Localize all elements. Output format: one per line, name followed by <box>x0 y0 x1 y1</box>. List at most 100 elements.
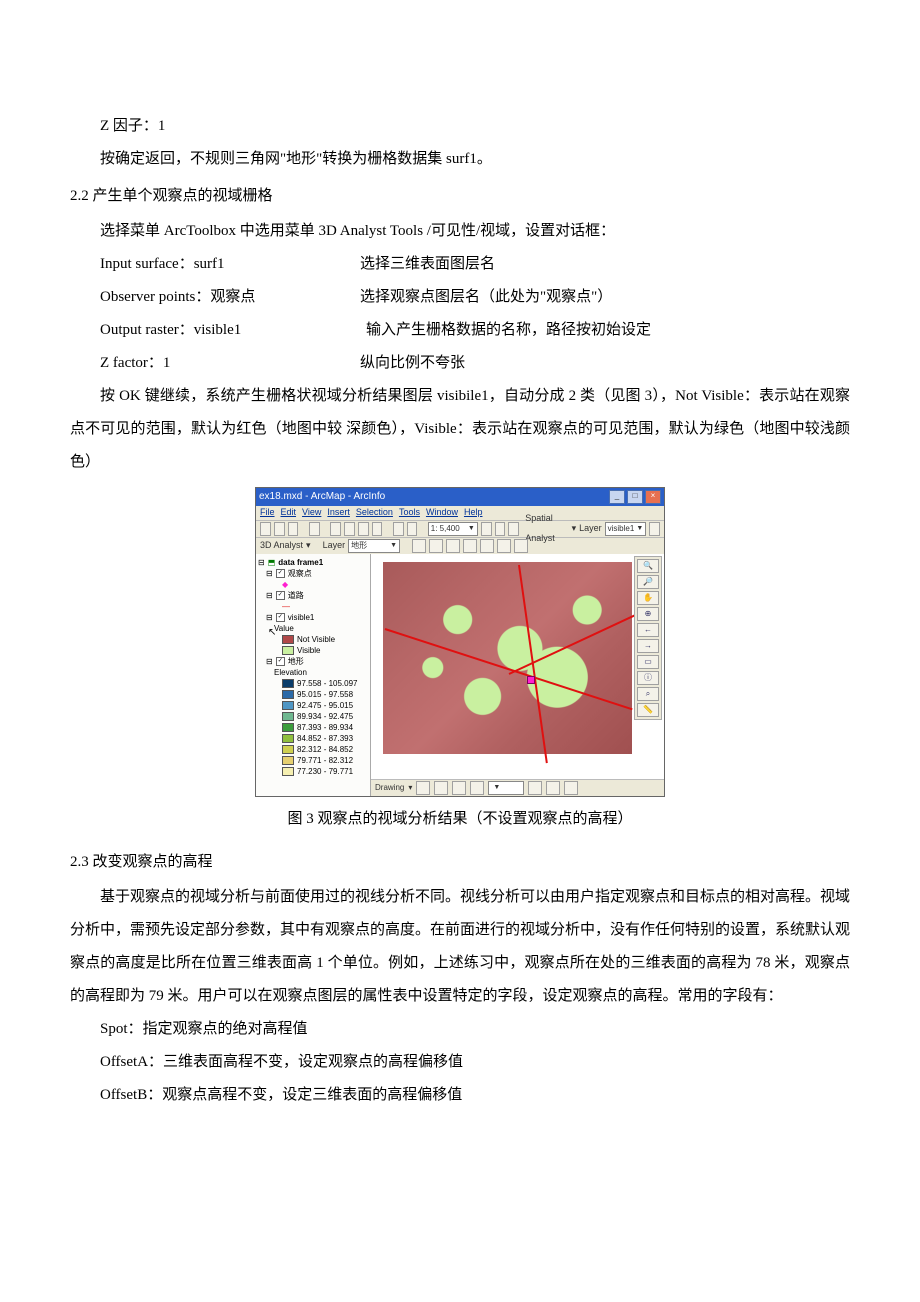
paste-icon[interactable] <box>358 522 369 536</box>
font-select[interactable]: ▼ <box>488 781 524 795</box>
pan-icon[interactable]: ✋ <box>637 591 659 605</box>
minimize-button[interactable]: _ <box>609 490 625 504</box>
interp-poly-icon[interactable] <box>497 539 511 553</box>
toc-cursor: Value ↖ <box>258 623 368 634</box>
select-icon[interactable]: ▭ <box>637 655 659 669</box>
terrain-raster <box>383 562 632 754</box>
analyst-toolbar: 3D Analyst ▾ Layer 地形▼ <box>256 538 664 555</box>
measure-icon[interactable]: 📏 <box>637 703 659 717</box>
tool-icon[interactable] <box>481 522 492 536</box>
menu-window[interactable]: Window <box>426 503 458 523</box>
range-label: 92.475 - 95.015 <box>297 700 353 711</box>
los-icon[interactable] <box>446 539 460 553</box>
sec23-p1: 基于观察点的视域分析与前面使用过的视线分析不同。视线分析可以由用户指定观察点和目… <box>70 881 850 1013</box>
color-swatch <box>282 723 294 732</box>
color-swatch <box>282 745 294 754</box>
new-icon[interactable] <box>260 522 271 536</box>
toc-frame[interactable]: ⊟⬒ data frame1 <box>258 557 368 568</box>
tool-icon[interactable] <box>508 522 519 536</box>
interp-pt-icon[interactable] <box>463 539 477 553</box>
spatial-analyst-label[interactable]: Spatial Analyst <box>525 509 568 549</box>
pointer-icon[interactable] <box>416 781 430 795</box>
delete-icon[interactable] <box>372 522 383 536</box>
range-label: 77.230 - 79.771 <box>297 766 353 777</box>
range-label: 79.771 - 82.312 <box>297 755 353 766</box>
toc-elevation-range: 79.771 - 82.312 <box>258 755 368 766</box>
toc-elevation-range: 92.475 - 95.015 <box>258 700 368 711</box>
close-button[interactable]: × <box>645 490 661 504</box>
layer-select[interactable]: 地形▼ <box>348 539 400 553</box>
toc-symbol: — <box>258 601 368 612</box>
frame-name: data frame1 <box>278 557 323 568</box>
sec23-offsetb: OffsetB：观察点高程不变，设定三维表面的高程偏移值 <box>70 1079 850 1112</box>
drawing-label[interactable]: Drawing <box>375 779 404 796</box>
interp-line-icon[interactable] <box>480 539 494 553</box>
toc-class: Visible <box>258 645 368 656</box>
color-swatch <box>282 712 294 721</box>
menu-help[interactable]: Help <box>464 503 483 523</box>
toc-elevation-range: 89.934 - 92.475 <box>258 711 368 722</box>
steepest-icon[interactable] <box>429 539 443 553</box>
shape-icon[interactable] <box>452 781 466 795</box>
section-2-3-title: 2.3 改变观察点的高程 <box>70 846 850 879</box>
toc-layer[interactable]: ⊟✓ 地形 <box>258 656 368 667</box>
save-icon[interactable] <box>288 522 299 536</box>
menu-edit[interactable]: Edit <box>281 503 297 523</box>
find-icon[interactable]: ⌕ <box>637 687 659 701</box>
menu-view[interactable]: View <box>302 503 321 523</box>
maximize-button[interactable]: □ <box>627 490 643 504</box>
drawing-toolbar: Drawing ▾ ▼ <box>371 779 664 796</box>
bold-icon[interactable] <box>528 781 542 795</box>
menu-tools[interactable]: Tools <box>399 503 420 523</box>
line-z-factor: Z 因子：1 <box>70 110 850 143</box>
tools-toolbar: 🔍 🔎 ✋ ⊕ ← → ▭ ⓘ ⌕ 📏 <box>634 556 662 720</box>
layer-value: 地形 <box>351 540 367 552</box>
histogram-icon[interactable] <box>649 522 660 536</box>
sec22-desc: 选择菜单 ArcToolbox 中选用菜单 3D Analyst Tools /… <box>70 215 850 248</box>
analyst-label[interactable]: 3D Analyst <box>260 536 303 556</box>
rotate-icon[interactable] <box>434 781 448 795</box>
toc-layer[interactable]: ⊟✓ 道路 <box>258 590 368 601</box>
range-label: 84.852 - 87.393 <box>297 733 353 744</box>
undo-icon[interactable] <box>393 522 404 536</box>
sec23-offseta: OffsetA：三维表面高程不变，设定观察点的高程偏移值 <box>70 1046 850 1079</box>
copy-icon[interactable] <box>344 522 355 536</box>
text-icon[interactable] <box>470 781 484 795</box>
field-label: Observer points：观察点 <box>100 281 360 314</box>
italic-icon[interactable] <box>546 781 560 795</box>
open-icon[interactable] <box>274 522 285 536</box>
range-label: 89.934 - 92.475 <box>297 711 353 722</box>
print-icon[interactable] <box>309 522 320 536</box>
menu-selection[interactable]: Selection <box>356 503 393 523</box>
spatial-layer-select[interactable]: visible1▼ <box>605 522 647 536</box>
contour-icon[interactable] <box>412 539 426 553</box>
arcmap-window: ex18.mxd - ArcMap - ArcInfo _ □ × File E… <box>255 487 665 797</box>
field-value: 输入产生栅格数据的名称，路径按初始设定 <box>360 314 850 347</box>
menu-insert[interactable]: Insert <box>327 503 350 523</box>
underline-icon[interactable] <box>564 781 578 795</box>
scale-select[interactable]: 1: 5,400▼ <box>428 522 478 536</box>
toc-elevation-range: 95.015 - 97.558 <box>258 689 368 700</box>
map-canvas[interactable] <box>379 558 636 760</box>
toc-layer[interactable]: ⊟✓ 观察点 <box>258 568 368 579</box>
menu-file[interactable]: File <box>260 503 275 523</box>
profile-icon[interactable] <box>514 539 528 553</box>
toc-sub: Elevation <box>258 667 368 678</box>
full-extent-icon[interactable]: ⊕ <box>637 607 659 621</box>
figure-caption: 图 3 观察点的视域分析结果（不设置观察点的高程） <box>70 803 850 836</box>
identify-icon[interactable]: ⓘ <box>637 671 659 685</box>
color-swatch <box>282 756 294 765</box>
zoom-in-icon[interactable]: 🔍 <box>637 559 659 573</box>
field-value: 选择观察点图层名（此处为"观察点"） <box>360 281 850 314</box>
sec23-spot: Spot：指定观察点的绝对高程值 <box>70 1013 850 1046</box>
range-label: 87.393 - 89.934 <box>297 722 353 733</box>
toc-layer[interactable]: ⊟✓ visible1 <box>258 612 368 623</box>
next-extent-icon[interactable]: → <box>637 639 659 653</box>
document-page: Z 因子：1 按确定返回，不规则三角网"地形"转换为栅格数据集 surf1。 2… <box>0 0 920 1172</box>
prev-extent-icon[interactable]: ← <box>637 623 659 637</box>
redo-icon[interactable] <box>407 522 418 536</box>
cut-icon[interactable] <box>330 522 341 536</box>
field-row: Observer points：观察点 选择观察点图层名（此处为"观察点"） <box>70 281 850 314</box>
zoom-out-icon[interactable]: 🔎 <box>637 575 659 589</box>
tool-icon[interactable] <box>495 522 506 536</box>
